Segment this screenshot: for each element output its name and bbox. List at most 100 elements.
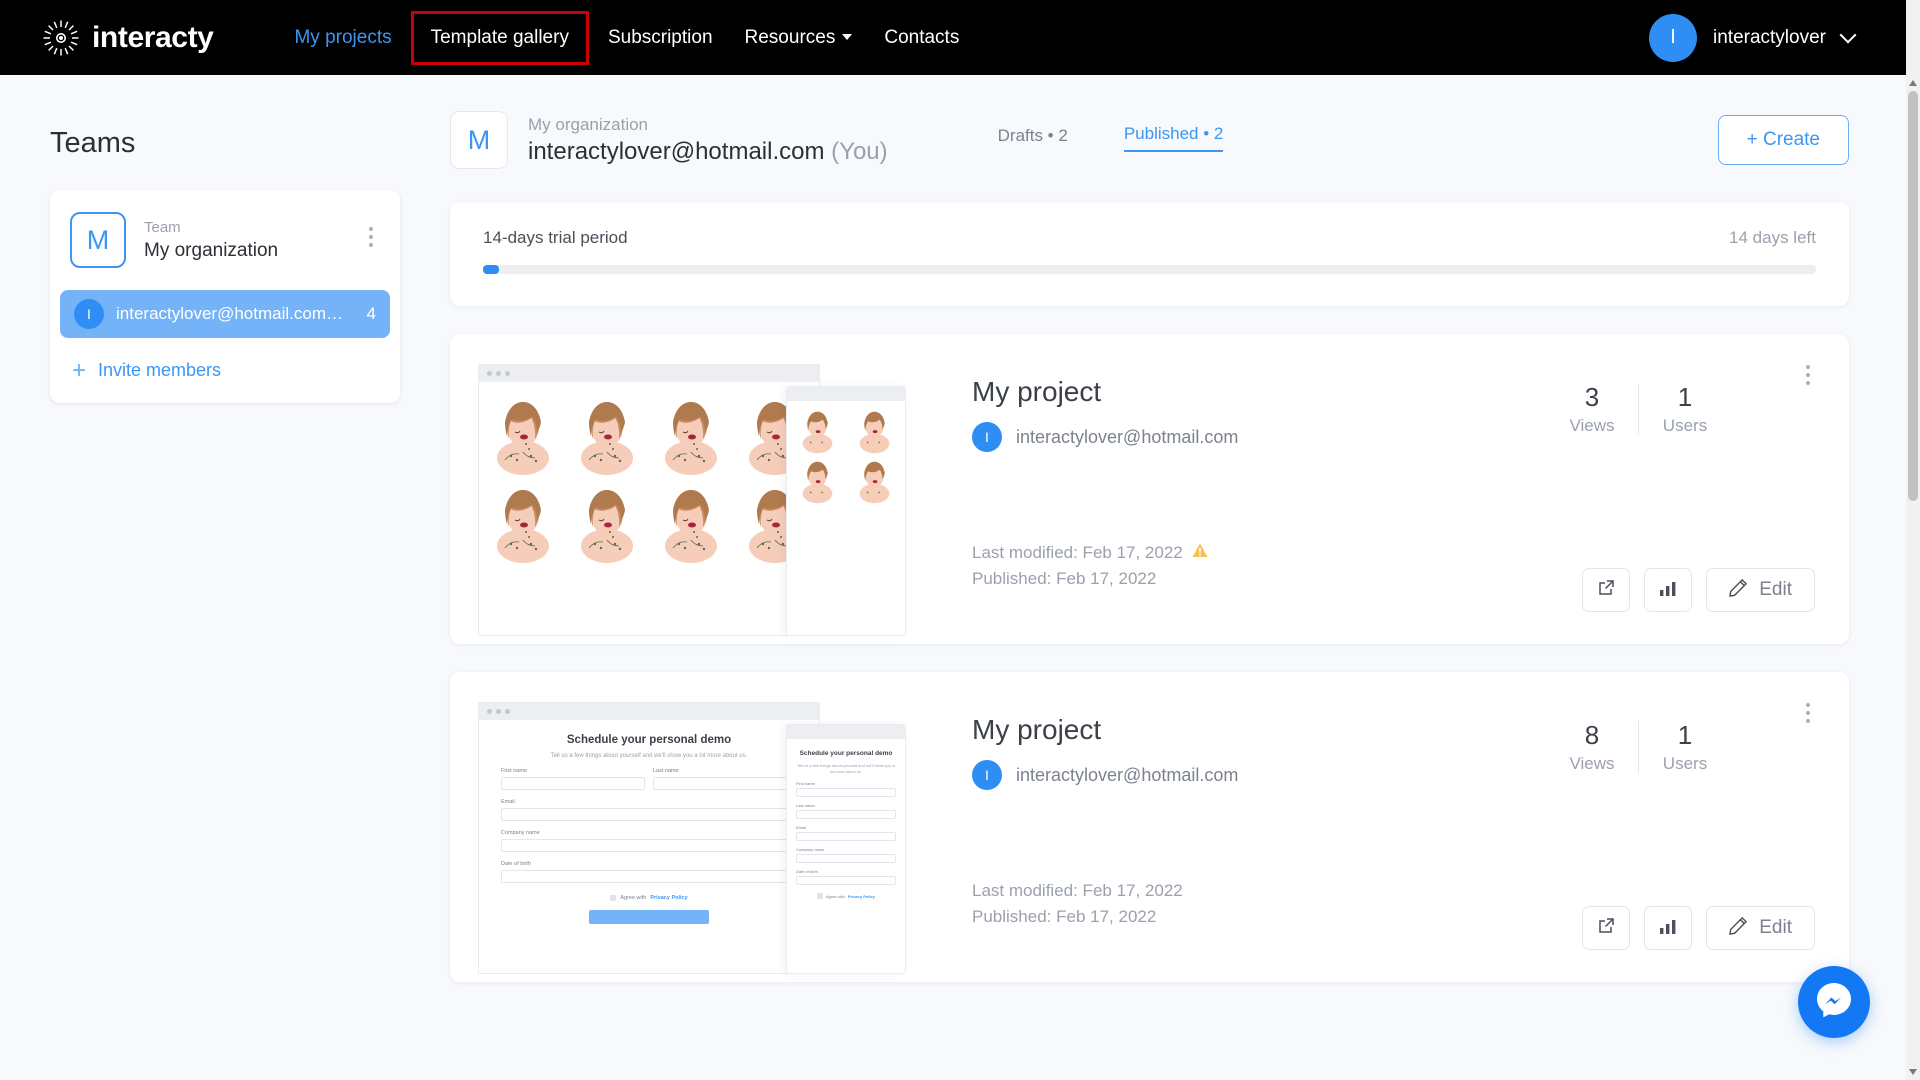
first-name-input[interactable] — [796, 788, 896, 797]
field-label: Date of birth — [501, 861, 531, 867]
project-card[interactable]: My project I interactylover@hotmail.com … — [450, 334, 1849, 644]
tab-published[interactable]: Published • 2 — [1123, 124, 1224, 152]
nav-resources[interactable]: Resources — [729, 17, 869, 59]
field-label: Last name — [653, 768, 679, 774]
form-field-first-name: First name — [501, 759, 645, 790]
trial-days-left: 14 days left — [1729, 228, 1816, 247]
users-label: Users — [1662, 416, 1708, 435]
views-label: Views — [1569, 754, 1615, 773]
team-row[interactable]: M Team My organization — [50, 212, 400, 268]
date-of-birth-input[interactable] — [501, 870, 797, 883]
thumbnail-desktop-preview: Schedule your personal demo Tell us a fe… — [478, 702, 820, 974]
messenger-icon — [1813, 979, 1855, 1026]
project-thumbnail[interactable]: Schedule your personal demo Tell us a fe… — [478, 702, 938, 982]
chevron-down-icon — [842, 34, 853, 41]
field-label: First name — [501, 768, 527, 774]
page-scrollbar[interactable] — [1906, 75, 1920, 1080]
form-title: Schedule your personal demo — [566, 734, 732, 746]
trial-label: 14-days trial period — [483, 228, 628, 247]
first-name-input[interactable] — [501, 777, 645, 790]
form-submit-button[interactable] — [589, 910, 709, 924]
field-label: First name — [796, 781, 815, 786]
project-thumbnail[interactable] — [478, 364, 938, 644]
pencil-icon — [1729, 916, 1748, 941]
form-field-last-name: Last name — [796, 803, 896, 819]
avatar: I — [972, 760, 1002, 790]
avatar: I — [1649, 13, 1697, 62]
users-label: Users — [1662, 754, 1708, 773]
project-options-menu-icon[interactable] — [1797, 360, 1819, 390]
project-published-date: Published: Feb 17, 2022 — [972, 907, 1157, 926]
trial-progress-fill — [483, 265, 499, 274]
agree-checkbox[interactable] — [816, 893, 823, 899]
last-name-input[interactable] — [653, 777, 797, 790]
girl-illustration — [665, 402, 717, 475]
form-field-last-name: Last name — [653, 759, 797, 790]
member-project-count: 4 — [366, 304, 376, 323]
field-label: Company name — [501, 830, 540, 836]
girl-illustration — [497, 490, 549, 563]
form-agree-row: Agree with Privacy Policy — [501, 895, 797, 901]
nav-subscription[interactable]: Subscription — [592, 17, 729, 59]
open-external-button[interactable] — [1582, 906, 1631, 950]
scroll-up-arrow-icon[interactable] — [1909, 80, 1917, 86]
phone-chrome-bar — [787, 387, 905, 401]
project-last-modified: Last modified: Feb 17, 2022 — [972, 540, 1208, 566]
field-label: Company name — [796, 847, 825, 852]
trial-top-row: 14-days trial period 14 days left — [483, 228, 1816, 248]
edit-button[interactable]: Edit — [1706, 568, 1815, 612]
girl-illustration — [802, 461, 833, 504]
field-label: Last name — [796, 803, 815, 808]
edit-label: Edit — [1759, 917, 1792, 938]
organization-logo: M — [450, 111, 508, 169]
organization-meta: My organization interactylover@hotmail.c… — [528, 113, 888, 168]
open-external-button[interactable] — [1582, 568, 1631, 612]
tab-drafts[interactable]: Drafts • 2 — [998, 126, 1068, 152]
views-count: 3 — [1584, 382, 1600, 412]
chevron-down-icon — [1839, 26, 1857, 43]
nav-contacts[interactable]: Contacts — [868, 17, 975, 59]
girl-illustration — [581, 490, 633, 563]
open-external-icon — [1596, 578, 1616, 603]
thumbnail-mobile-preview — [786, 386, 906, 636]
form-field-company: Company name — [501, 830, 797, 852]
scrollbar-thumb[interactable] — [1908, 91, 1918, 501]
email-input[interactable] — [796, 832, 896, 841]
trial-progress-track — [483, 265, 1816, 274]
form-agree-row: Agree with Privacy Policy — [796, 893, 896, 899]
email-input[interactable] — [501, 808, 797, 821]
invite-members-button[interactable]: + Invite members — [72, 358, 400, 382]
nav-my-projects[interactable]: My projects — [278, 17, 407, 59]
project-options-menu-icon[interactable] — [1797, 698, 1819, 728]
user-menu[interactable]: I interactylover — [1649, 13, 1857, 62]
date-of-birth-input[interactable] — [796, 876, 896, 885]
company-name-input[interactable] — [796, 854, 896, 863]
agree-checkbox[interactable] — [610, 895, 617, 901]
field-label: Email — [501, 799, 515, 805]
edit-button[interactable]: Edit — [1706, 906, 1815, 950]
analytics-button[interactable] — [1644, 906, 1693, 950]
scroll-down-arrow-icon[interactable] — [1909, 1069, 1917, 1075]
form-subtitle: Tell us a few things about yourself and … — [797, 763, 895, 774]
nav-links: My projects Template gallery Subscriptio… — [278, 10, 975, 65]
form-field-dob: Date of birth — [501, 861, 797, 883]
create-button[interactable]: + Create — [1717, 115, 1849, 165]
analytics-button[interactable] — [1644, 568, 1693, 612]
form-field-dob: Date of birth — [796, 869, 896, 885]
brand-logo[interactable]: interacty — [42, 19, 214, 57]
privacy-policy-link[interactable]: Privacy Policy — [650, 895, 687, 901]
sidebar-member-item[interactable]: I interactylover@hotmail.com… 4 — [60, 290, 390, 338]
messenger-chat-button[interactable] — [1798, 966, 1870, 1038]
team-meta: Team My organization — [144, 218, 278, 263]
company-name-input[interactable] — [501, 839, 797, 852]
form-field-email: Email — [796, 825, 896, 841]
project-published-date: Published: Feb 17, 2022 — [972, 569, 1157, 588]
top-navigation-bar: interacty My projects Template gallery S… — [0, 0, 1906, 75]
form-title: Schedule your personal demo — [799, 750, 893, 757]
project-card[interactable]: Schedule your personal demo Tell us a fe… — [450, 672, 1849, 982]
nav-template-gallery[interactable]: Template gallery — [410, 10, 589, 65]
team-options-menu-icon[interactable] — [360, 222, 382, 252]
project-owner-email: interactylover@hotmail.com — [1016, 764, 1239, 785]
last-name-input[interactable] — [796, 810, 896, 819]
privacy-policy-link[interactable]: Privacy Policy — [848, 894, 875, 899]
